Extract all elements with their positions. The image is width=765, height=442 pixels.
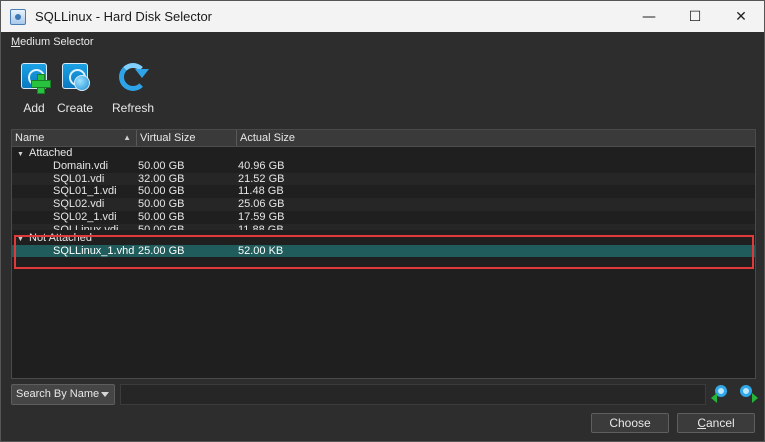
create-label: Create bbox=[56, 101, 94, 115]
menu-medium-selector[interactable]: Medium Selector bbox=[11, 36, 94, 48]
refresh-icon bbox=[116, 59, 150, 95]
choose-button[interactable]: Choose bbox=[591, 413, 669, 433]
cancel-button[interactable]: Cancel bbox=[677, 413, 755, 433]
actual-size: 11.48 GB bbox=[238, 185, 284, 198]
virtual-size: 25.00 GB bbox=[138, 244, 185, 257]
create-disk-icon bbox=[58, 59, 92, 95]
column-header-virtual-size[interactable]: Virtual Size bbox=[137, 130, 237, 146]
add-button[interactable]: Add bbox=[13, 59, 55, 119]
group-label: Attached bbox=[29, 147, 73, 159]
close-button[interactable]: ✕ bbox=[718, 1, 764, 32]
actual-size: 11.88 GB bbox=[238, 223, 284, 230]
add-label: Add bbox=[23, 101, 45, 115]
sort-ascending-icon: ▲ bbox=[123, 133, 131, 142]
virtual-size: 32.00 GB bbox=[138, 172, 185, 185]
search-input[interactable] bbox=[120, 383, 707, 405]
virtual-size: 50.00 GB bbox=[138, 210, 185, 223]
menu-medium-selector-mnemonic: M bbox=[11, 36, 21, 48]
virtual-size: 50.00 GB bbox=[138, 185, 185, 198]
menu-medium-selector-label: edium Selector bbox=[20, 36, 94, 48]
table-row[interactable]: SQL02_1.vdi 50.00 GB 17.59 GB bbox=[12, 211, 755, 224]
window-controls: — ☐ ✕ bbox=[626, 1, 764, 32]
virtual-size: 50.00 GB bbox=[138, 223, 185, 230]
toolbar: Add Create Refresh bbox=[13, 59, 159, 119]
disk-name: SQLLinux_1.vhd bbox=[53, 244, 135, 257]
cancel-label: ancel bbox=[705, 416, 735, 430]
table-row[interactable]: SQL02.vdi 50.00 GB 25.06 GB bbox=[12, 198, 755, 211]
virtualbox-app-icon bbox=[10, 8, 26, 25]
minimize-button[interactable]: — bbox=[626, 1, 672, 32]
add-disk-icon bbox=[17, 59, 51, 95]
column-header-name[interactable]: Name ▲ bbox=[12, 130, 137, 146]
search-previous-button[interactable] bbox=[711, 384, 731, 404]
disk-tree-view[interactable]: Name ▲ Virtual Size Actual Size ▼ Attache… bbox=[11, 129, 756, 379]
column-header-actual-size[interactable]: Actual Size bbox=[237, 130, 755, 146]
actual-size: 17.59 GB bbox=[238, 210, 285, 223]
search-mode-label: Search By Name bbox=[16, 387, 100, 400]
actual-size: 25.06 GB bbox=[238, 198, 285, 211]
table-row-selected[interactable]: SQLLinux_1.vhd 25.00 GB 52.00 KB bbox=[12, 244, 755, 258]
disk-name: SQL01.vdi bbox=[53, 172, 105, 185]
expand-arrow-icon[interactable]: ▼ bbox=[17, 234, 29, 245]
table-row[interactable]: SQL01.vdi 32.00 GB 21.52 GB bbox=[12, 172, 755, 186]
menu-bar: Medium Selector bbox=[1, 32, 764, 51]
column-header-name-label: Name bbox=[15, 132, 45, 144]
table-row[interactable]: SQL01_1.vdi 50.00 GB 11.48 GB bbox=[12, 185, 755, 198]
tree-header: Name ▲ Virtual Size Actual Size bbox=[12, 130, 755, 147]
disk-name: SQLLinux.vdi bbox=[53, 223, 119, 230]
virtual-size: 50.00 GB bbox=[138, 159, 185, 172]
disk-name: SQL02_1.vdi bbox=[53, 210, 117, 223]
virtual-size: 50.00 GB bbox=[138, 198, 185, 211]
disk-name: SQL02.vdi bbox=[53, 198, 105, 211]
refresh-label: Refresh bbox=[111, 101, 155, 115]
expand-arrow-icon[interactable]: ▼ bbox=[17, 149, 29, 160]
group-label: Not Attached bbox=[29, 231, 92, 244]
search-next-button[interactable] bbox=[736, 384, 759, 404]
hard-disk-selector-window: SQLLinux - Hard Disk Selector — ☐ ✕ Medi… bbox=[0, 0, 765, 442]
title-bar: SQLLinux - Hard Disk Selector — ☐ ✕ bbox=[1, 1, 764, 32]
search-bar: Search By Name bbox=[11, 383, 759, 405]
refresh-button[interactable]: Refresh bbox=[107, 59, 159, 119]
table-row[interactable]: Domain.vdi 50.00 GB 40.96 GB bbox=[12, 160, 755, 173]
disk-name: SQL01_1.vdi bbox=[53, 185, 117, 198]
search-mode-dropdown[interactable]: Search By Name bbox=[11, 383, 116, 405]
window-title: SQLLinux - Hard Disk Selector bbox=[35, 9, 213, 24]
disk-name: Domain.vdi bbox=[53, 159, 109, 172]
actual-size: 52.00 KB bbox=[238, 244, 284, 257]
cancel-mnemonic: C bbox=[697, 416, 706, 430]
create-button[interactable]: Create bbox=[55, 59, 95, 119]
actual-size: 21.52 GB bbox=[238, 172, 285, 185]
actual-size: 40.96 GB bbox=[238, 159, 285, 172]
chevron-down-icon bbox=[101, 391, 110, 397]
group-row-not-attached[interactable]: ▼ Not Attached bbox=[12, 232, 755, 245]
maximize-button[interactable]: ☐ bbox=[672, 1, 718, 32]
table-row[interactable]: SQLLinux.vdi 50.00 GB 11.88 GB bbox=[12, 223, 755, 230]
group-row-attached[interactable]: ▼ Attached bbox=[12, 147, 755, 160]
